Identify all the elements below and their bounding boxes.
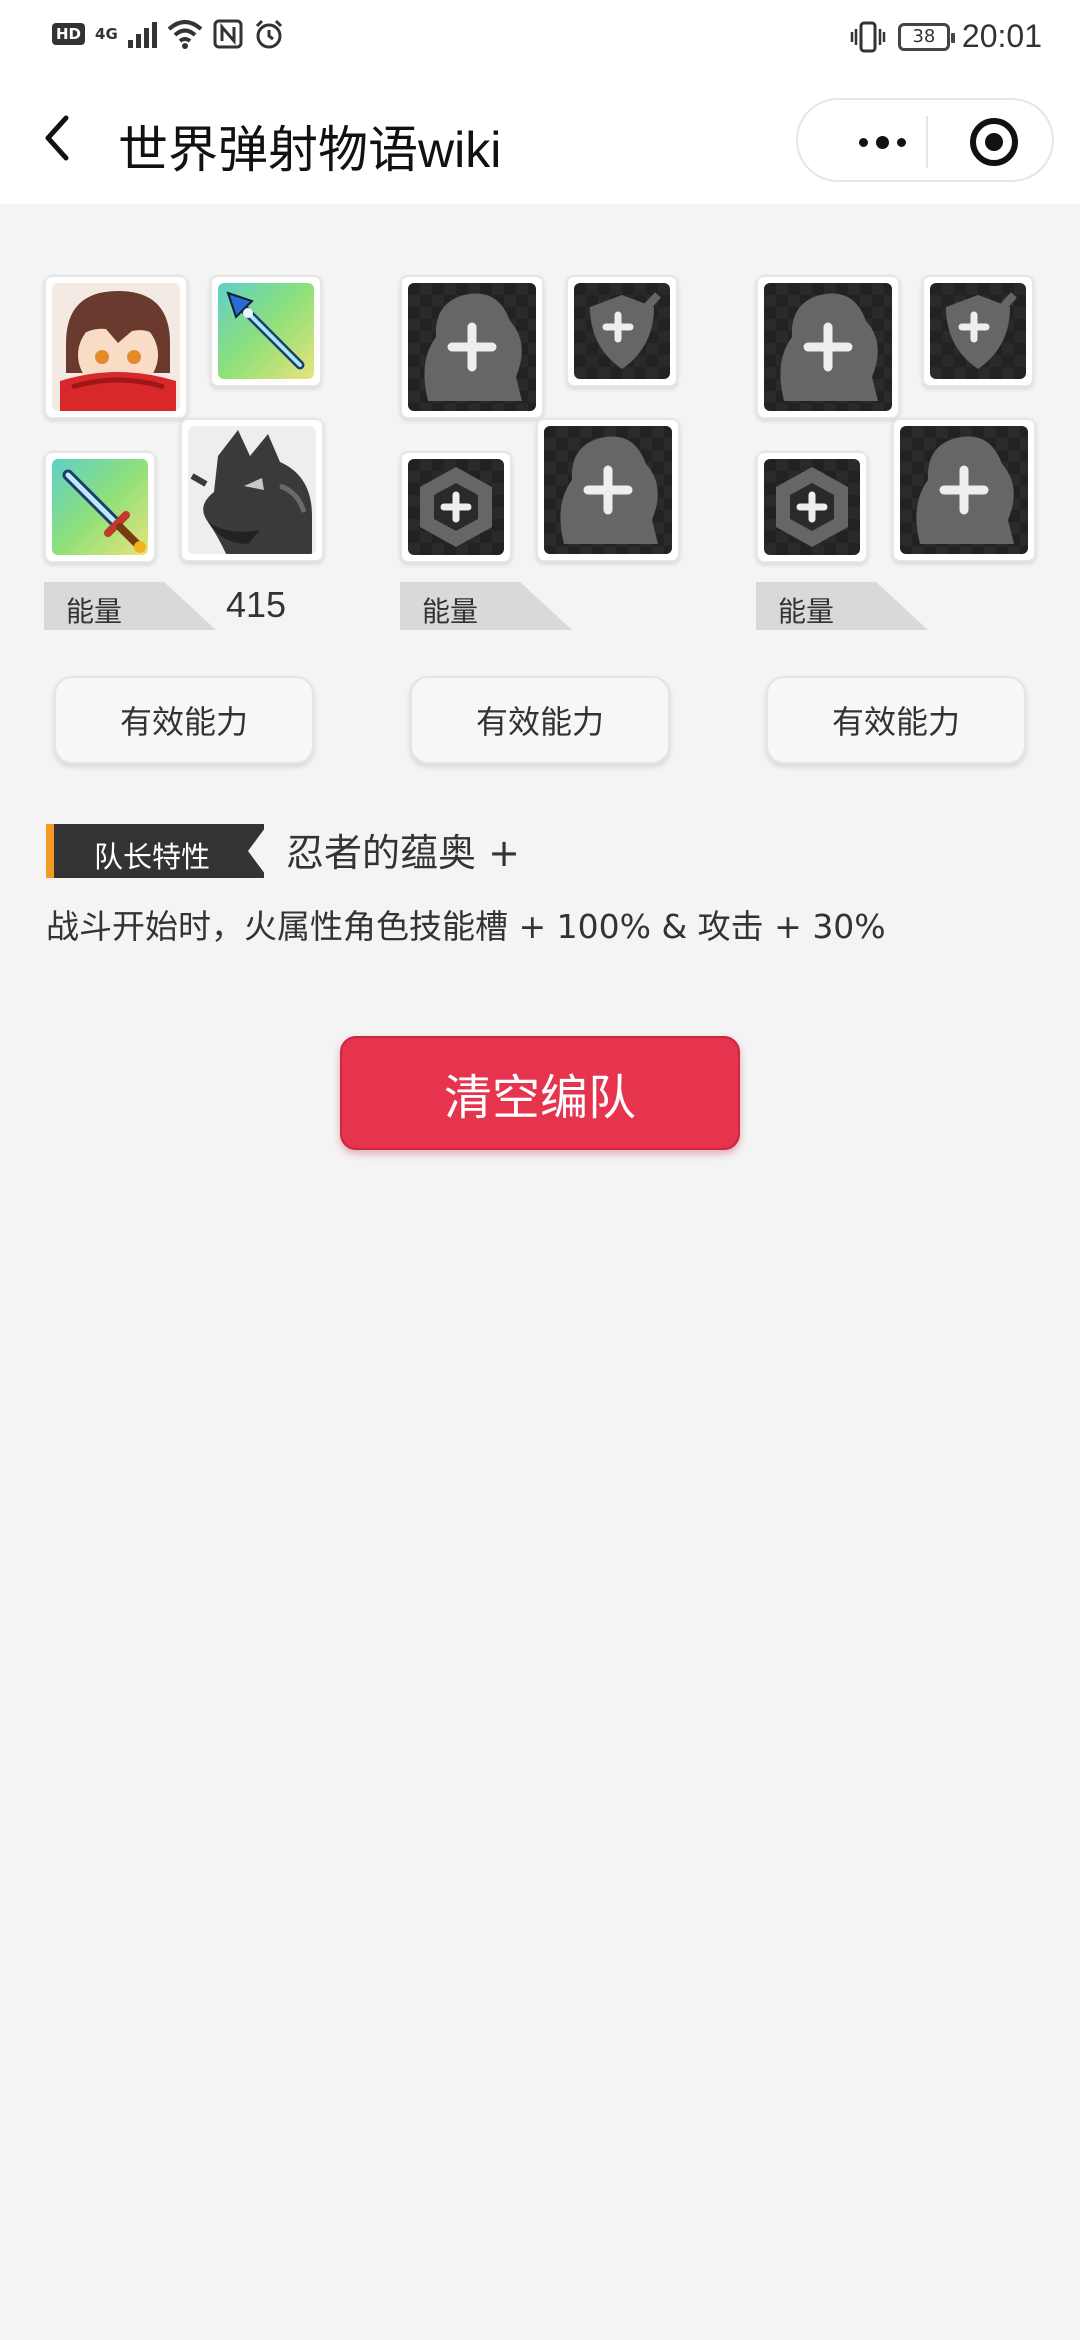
signal-icon xyxy=(127,20,157,48)
energy-tag: 能量 xyxy=(400,582,572,630)
close-miniprogram-icon[interactable] xyxy=(970,118,1018,166)
add-unison-icon xyxy=(560,436,658,544)
weapon-slot[interactable] xyxy=(210,275,322,387)
network-type: 4G xyxy=(95,25,118,43)
character-portrait xyxy=(52,283,180,411)
team-slot-group-2: 能量 xyxy=(400,272,700,672)
soul-slot[interactable] xyxy=(756,451,868,563)
status-time: 20:01 xyxy=(961,18,1042,54)
ability-button-3[interactable]: 有效能力 xyxy=(766,676,1026,764)
ability-button-2[interactable]: 有效能力 xyxy=(410,676,670,764)
empty-unison-slot xyxy=(900,426,1028,554)
empty-weapon-slot xyxy=(930,283,1026,379)
status-bar: HD 4G 38 20:01 xyxy=(0,0,1080,72)
soul-item xyxy=(52,459,148,555)
energy-label: 能量 xyxy=(66,595,123,628)
leader-skill-label: 队长特性 xyxy=(94,840,211,874)
weapon-item xyxy=(218,283,314,379)
add-character-icon xyxy=(424,293,522,401)
ninja-girl-avatar-icon xyxy=(52,283,180,411)
back-arrow-icon[interactable] xyxy=(38,112,78,164)
more-icon[interactable] xyxy=(840,124,924,160)
ability-button-1[interactable]: 有效能力 xyxy=(54,676,314,764)
capsule-divider xyxy=(926,116,928,168)
empty-soul-slot xyxy=(408,459,504,555)
add-character-icon xyxy=(780,293,878,401)
add-weapon-icon xyxy=(590,292,661,369)
wifi-icon xyxy=(167,20,203,49)
status-right: 38 20:01 xyxy=(850,18,1042,55)
add-soul-icon xyxy=(420,467,492,547)
sword-icon xyxy=(62,469,146,553)
add-weapon-icon xyxy=(946,292,1017,369)
hd-badge: HD xyxy=(52,23,86,45)
wolf-avatar-icon xyxy=(188,426,316,554)
status-left: HD 4G xyxy=(52,18,285,50)
energy-label: 能量 xyxy=(778,595,835,628)
team-slot-group-1: 能量 415 xyxy=(44,272,344,672)
empty-soul-slot xyxy=(764,459,860,555)
vibrate-icon xyxy=(850,21,886,52)
miniprogram-capsule xyxy=(796,98,1054,182)
empty-character-slot xyxy=(764,283,892,411)
leader-skill-name: 忍者的蕴奥 + xyxy=(286,831,520,875)
weapon-slot[interactable] xyxy=(566,275,678,387)
spear-icon xyxy=(226,291,305,370)
nfc-icon xyxy=(213,19,243,49)
unison-character-slot[interactable] xyxy=(180,418,324,562)
empty-weapon-slot xyxy=(574,283,670,379)
clear-team-button[interactable]: 清空编队 xyxy=(340,1036,740,1150)
energy-tag: 能量 xyxy=(44,582,216,630)
energy-tag: 能量 xyxy=(756,582,928,630)
character-slot[interactable] xyxy=(756,275,900,419)
character-slot[interactable] xyxy=(400,275,544,419)
unison-character-slot[interactable] xyxy=(892,418,1036,562)
nav-bar: 世界弹射物语wiki xyxy=(0,72,1080,204)
alarm-icon xyxy=(255,19,282,49)
energy-label: 能量 xyxy=(422,595,479,628)
add-unison-icon xyxy=(916,436,1014,544)
add-soul-icon xyxy=(776,467,848,547)
weapon-slot[interactable] xyxy=(922,275,1034,387)
unison-portrait xyxy=(188,426,316,554)
empty-unison-slot xyxy=(544,426,672,554)
energy-value: 415 xyxy=(226,584,287,625)
leader-skill-tag: 队长特性 xyxy=(46,824,272,878)
page-title: 世界弹射物语wiki xyxy=(118,122,502,178)
battery-icon: 38 xyxy=(897,22,955,51)
team-slot-group-3: 能量 xyxy=(756,272,1056,672)
unison-character-slot[interactable] xyxy=(536,418,680,562)
soul-slot[interactable] xyxy=(400,451,512,563)
empty-character-slot xyxy=(408,283,536,411)
character-slot[interactable] xyxy=(44,275,188,419)
soul-slot[interactable] xyxy=(44,451,156,563)
leader-skill-description: 战斗开始时，火属性角色技能槽 + 100% & 攻击 + 30% xyxy=(46,907,886,946)
